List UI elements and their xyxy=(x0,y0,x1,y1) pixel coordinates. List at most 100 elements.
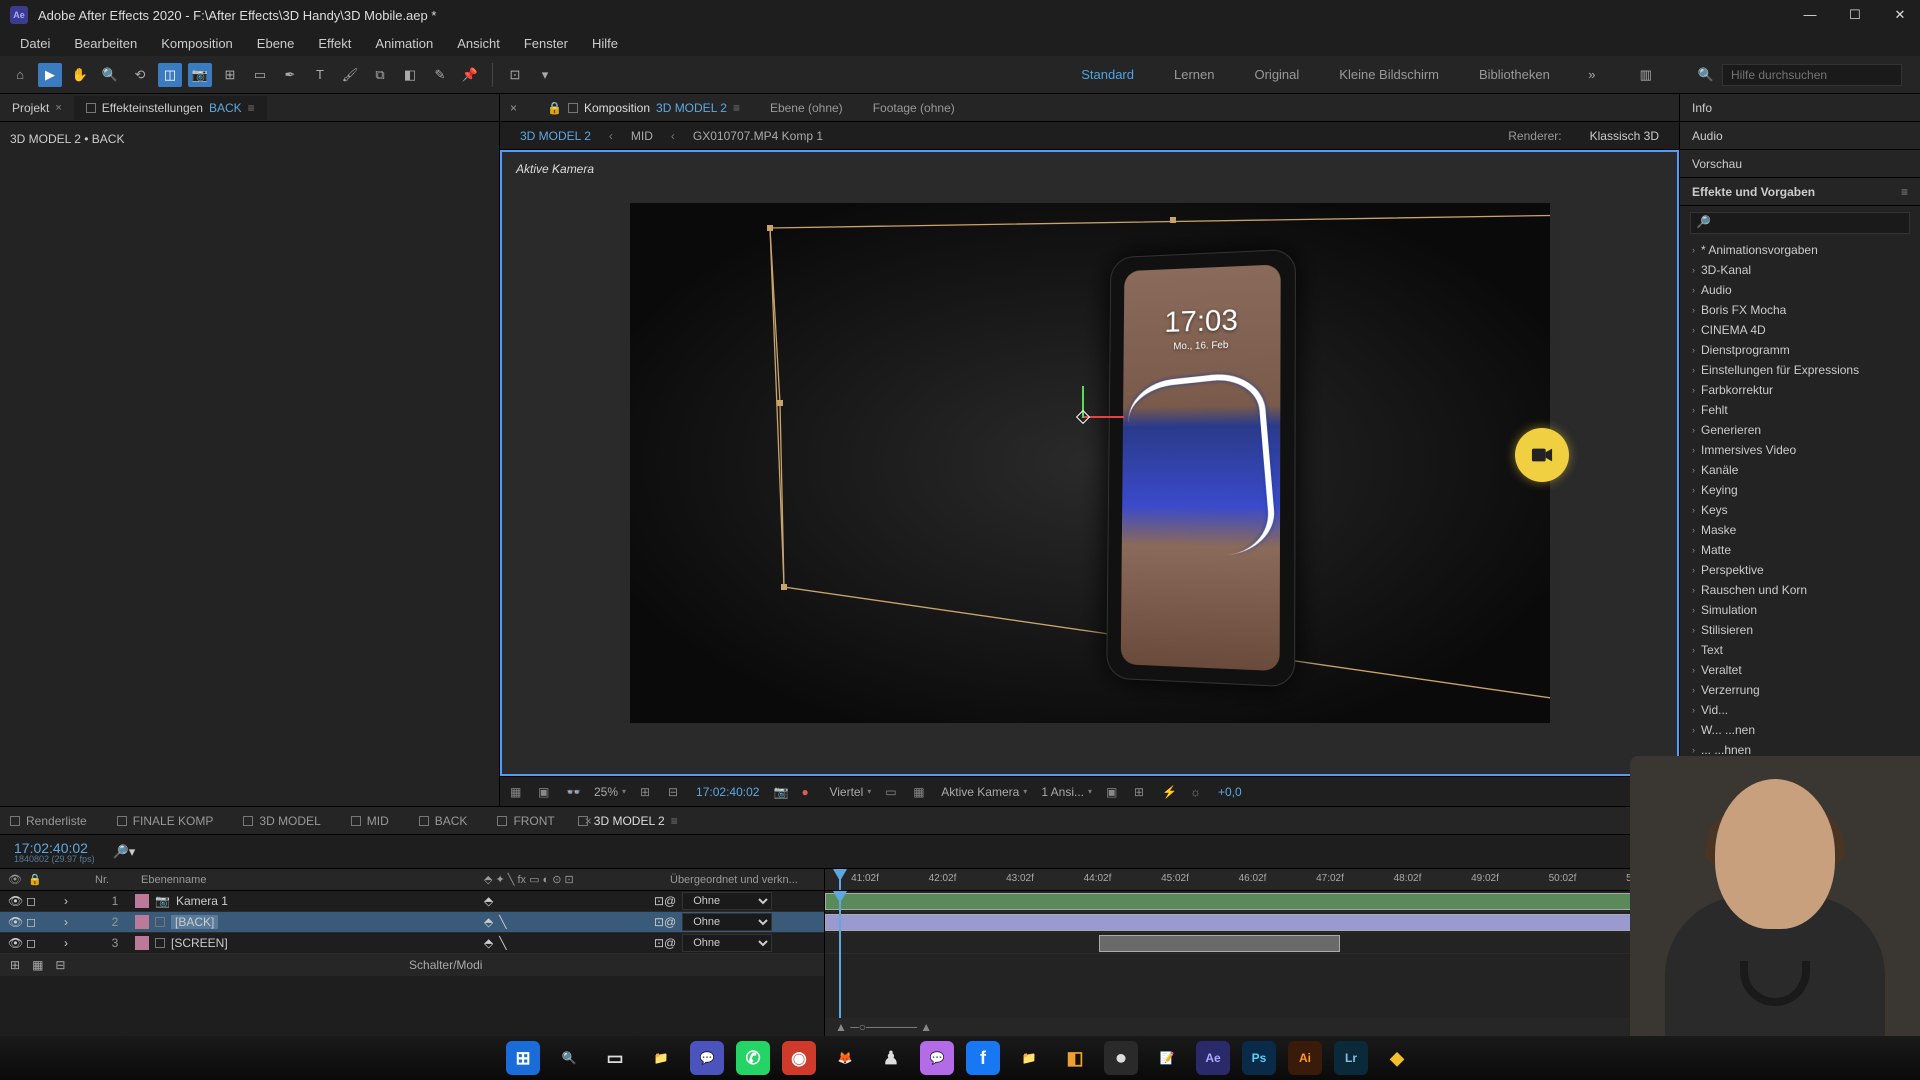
solo-icon[interactable]: ◻ xyxy=(26,894,36,908)
gizmo-y-axis[interactable] xyxy=(1082,386,1084,418)
layer-name[interactable]: [SCREEN] xyxy=(171,936,228,950)
shape-tool[interactable]: ▭ xyxy=(248,63,272,87)
timeline-tab-3d-model-2[interactable]: × 3D MODEL 2 ≡ xyxy=(585,814,678,828)
eye-icon[interactable]: 👁 xyxy=(8,894,22,908)
category-veraltet[interactable]: ›Veraltet xyxy=(1680,660,1920,680)
viewer-canvas[interactable]: 17:03 Mo., 16. Feb xyxy=(630,203,1550,723)
more-tool[interactable]: ▾ xyxy=(533,63,557,87)
camera-tool[interactable]: 📷 xyxy=(188,63,212,87)
renderer-value[interactable]: Klassisch 3D xyxy=(1590,129,1659,143)
switch-icon[interactable]: ⬘ xyxy=(484,894,493,908)
snapshot-icon[interactable]: 📷 xyxy=(773,785,787,799)
composition-viewer[interactable]: Aktive Kamera 17:03 Mo., 16. Feb xyxy=(500,150,1679,776)
roto-tool[interactable]: ✎ xyxy=(428,63,452,87)
category-text[interactable]: ›Text xyxy=(1680,640,1920,660)
category-generieren[interactable]: ›Generieren xyxy=(1680,420,1920,440)
gizmo-center[interactable] xyxy=(1075,410,1089,424)
trans-icon[interactable]: ▦ xyxy=(913,785,927,799)
parent-select[interactable]: Ohne xyxy=(682,913,772,931)
category-verzerrung[interactable]: ›Verzerrung xyxy=(1680,680,1920,700)
pan-behind-tool[interactable]: ⊞ xyxy=(218,63,242,87)
menu-komposition[interactable]: Komposition xyxy=(149,32,245,55)
type-tool[interactable]: T xyxy=(308,63,332,87)
timeline-tab-3d-model[interactable]: 3D MODEL xyxy=(243,814,320,828)
workspace-bibliotheken[interactable]: Bibliotheken xyxy=(1479,67,1550,82)
zoom-tool[interactable]: 🔍 xyxy=(98,63,122,87)
resolution-select[interactable]: Viertel▾ xyxy=(829,785,871,799)
timeline-timecode[interactable]: 17:02:40:02 1840802 (29.97 fps) xyxy=(14,840,95,864)
timeline-tab-renderliste[interactable]: Renderliste xyxy=(10,814,87,828)
zoom-select[interactable]: 25%▾ xyxy=(594,785,626,799)
eye-icon[interactable]: 👁 xyxy=(8,915,22,929)
snap-tool[interactable]: ⊡ xyxy=(503,63,527,87)
clip-bar[interactable] xyxy=(1099,935,1340,952)
exposure-value[interactable]: +0,0 xyxy=(1218,785,1242,799)
tl-ft-icon[interactable]: ⊞ xyxy=(10,958,20,972)
close-button[interactable]: ✕ xyxy=(1890,7,1910,23)
taskbar-windows-start[interactable]: ⊞ xyxy=(506,1041,540,1075)
menu-fenster[interactable]: Fenster xyxy=(512,32,580,55)
category-cinema-4d[interactable]: ›CINEMA 4D xyxy=(1680,320,1920,340)
puppet-tool[interactable]: 📌 xyxy=(458,63,482,87)
3d-switch[interactable]: ⊡ xyxy=(654,894,664,908)
category-stilisieren[interactable]: ›Stilisieren xyxy=(1680,620,1920,640)
close-comp-tab[interactable]: × xyxy=(510,101,517,115)
info-panel-tab[interactable]: Info xyxy=(1680,94,1920,122)
switch-icon[interactable]: ╲ xyxy=(499,915,506,929)
layer-color-swatch[interactable] xyxy=(135,915,149,929)
layer-row[interactable]: 👁◻›1📷Kamera 1⬘⊡@Ohne xyxy=(0,891,824,912)
tl-ft-icon[interactable]: ▦ xyxy=(32,958,43,972)
category-keying[interactable]: ›Keying xyxy=(1680,480,1920,500)
taskbar-after-effects[interactable]: Ae xyxy=(1196,1041,1230,1075)
panel-toggle[interactable]: ▥ xyxy=(1634,63,1658,87)
menu-bearbeiten[interactable]: Bearbeiten xyxy=(62,32,149,55)
pen-tool[interactable]: ✒ xyxy=(278,63,302,87)
view-select[interactable]: Aktive Kamera▾ xyxy=(941,785,1027,799)
taskbar-obs[interactable]: ⏺ xyxy=(1104,1041,1138,1075)
layer-name[interactable]: [BACK] xyxy=(171,915,218,929)
timeline-tab-front[interactable]: FRONT xyxy=(497,814,554,828)
taskbar-teams[interactable]: 💬 xyxy=(690,1041,724,1075)
pickwhip-icon[interactable]: @ xyxy=(664,936,676,950)
minimize-button[interactable]: — xyxy=(1800,7,1820,23)
taskbar-folder2[interactable]: 📁 xyxy=(1012,1041,1046,1075)
workspace-original[interactable]: Original xyxy=(1254,67,1299,82)
category-3d-kanal[interactable]: ›3D-Kanal xyxy=(1680,260,1920,280)
workspace-more[interactable]: » xyxy=(1580,63,1604,87)
pickwhip-icon[interactable]: @ xyxy=(664,915,676,929)
komposition-tab[interactable]: 🔒 Komposition 3D MODEL 2 ≡ xyxy=(547,101,740,115)
help-search-input[interactable] xyxy=(1722,64,1902,86)
solo-icon[interactable]: ◻ xyxy=(26,936,36,950)
3d-switch[interactable]: ⊡ xyxy=(654,915,664,929)
taskbar-app-misc[interactable]: ♟ xyxy=(874,1041,908,1075)
category-dienstprogramm[interactable]: ›Dienstprogramm xyxy=(1680,340,1920,360)
3d-switch[interactable]: ⊡ xyxy=(654,936,664,950)
menu-ebene[interactable]: Ebene xyxy=(245,32,307,55)
taskbar-firefox[interactable]: 🦊 xyxy=(828,1041,862,1075)
category-boris-fx-mocha[interactable]: ›Boris FX Mocha xyxy=(1680,300,1920,320)
footage-tab[interactable]: Footage (ohne) xyxy=(873,101,955,115)
category-w-nen[interactable]: ›W... ...nen xyxy=(1680,720,1920,740)
timeline-tab-finale-komp[interactable]: FINALE KOMP xyxy=(117,814,214,828)
taskbar-task-view[interactable]: ▭ xyxy=(598,1041,632,1075)
fast-icon[interactable]: ⚡ xyxy=(1162,785,1176,799)
switch-icon[interactable]: ╲ xyxy=(499,936,506,950)
glasses-icon[interactable]: 👓 xyxy=(566,785,580,799)
layer-name[interactable]: Kamera 1 xyxy=(176,894,228,908)
category-einstellungen-f-r-expressions[interactable]: ›Einstellungen für Expressions xyxy=(1680,360,1920,380)
taskbar-whatsapp[interactable]: ✆ xyxy=(736,1041,770,1075)
category-farbkorrektur[interactable]: ›Farbkorrektur xyxy=(1680,380,1920,400)
views-count-select[interactable]: 1 Ansi...▾ xyxy=(1041,785,1092,799)
eye-icon[interactable]: 👁 xyxy=(8,936,22,950)
category--animationsvorgaben[interactable]: ›* Animationsvorgaben xyxy=(1680,240,1920,260)
pickwhip-icon[interactable]: @ xyxy=(664,894,676,908)
pixel-icon[interactable]: ⊞ xyxy=(1134,785,1148,799)
close-icon[interactable]: × xyxy=(55,102,61,114)
menu-hilfe[interactable]: Hilfe xyxy=(580,32,630,55)
workspace-lernen[interactable]: Lernen xyxy=(1174,67,1214,82)
eraser-tool[interactable]: ◧ xyxy=(398,63,422,87)
category-rauschen-und-korn[interactable]: ›Rauschen und Korn xyxy=(1680,580,1920,600)
layer-color-swatch[interactable] xyxy=(135,894,149,908)
grid-icon[interactable]: ⊟ xyxy=(668,785,682,799)
category-keys[interactable]: ›Keys xyxy=(1680,500,1920,520)
